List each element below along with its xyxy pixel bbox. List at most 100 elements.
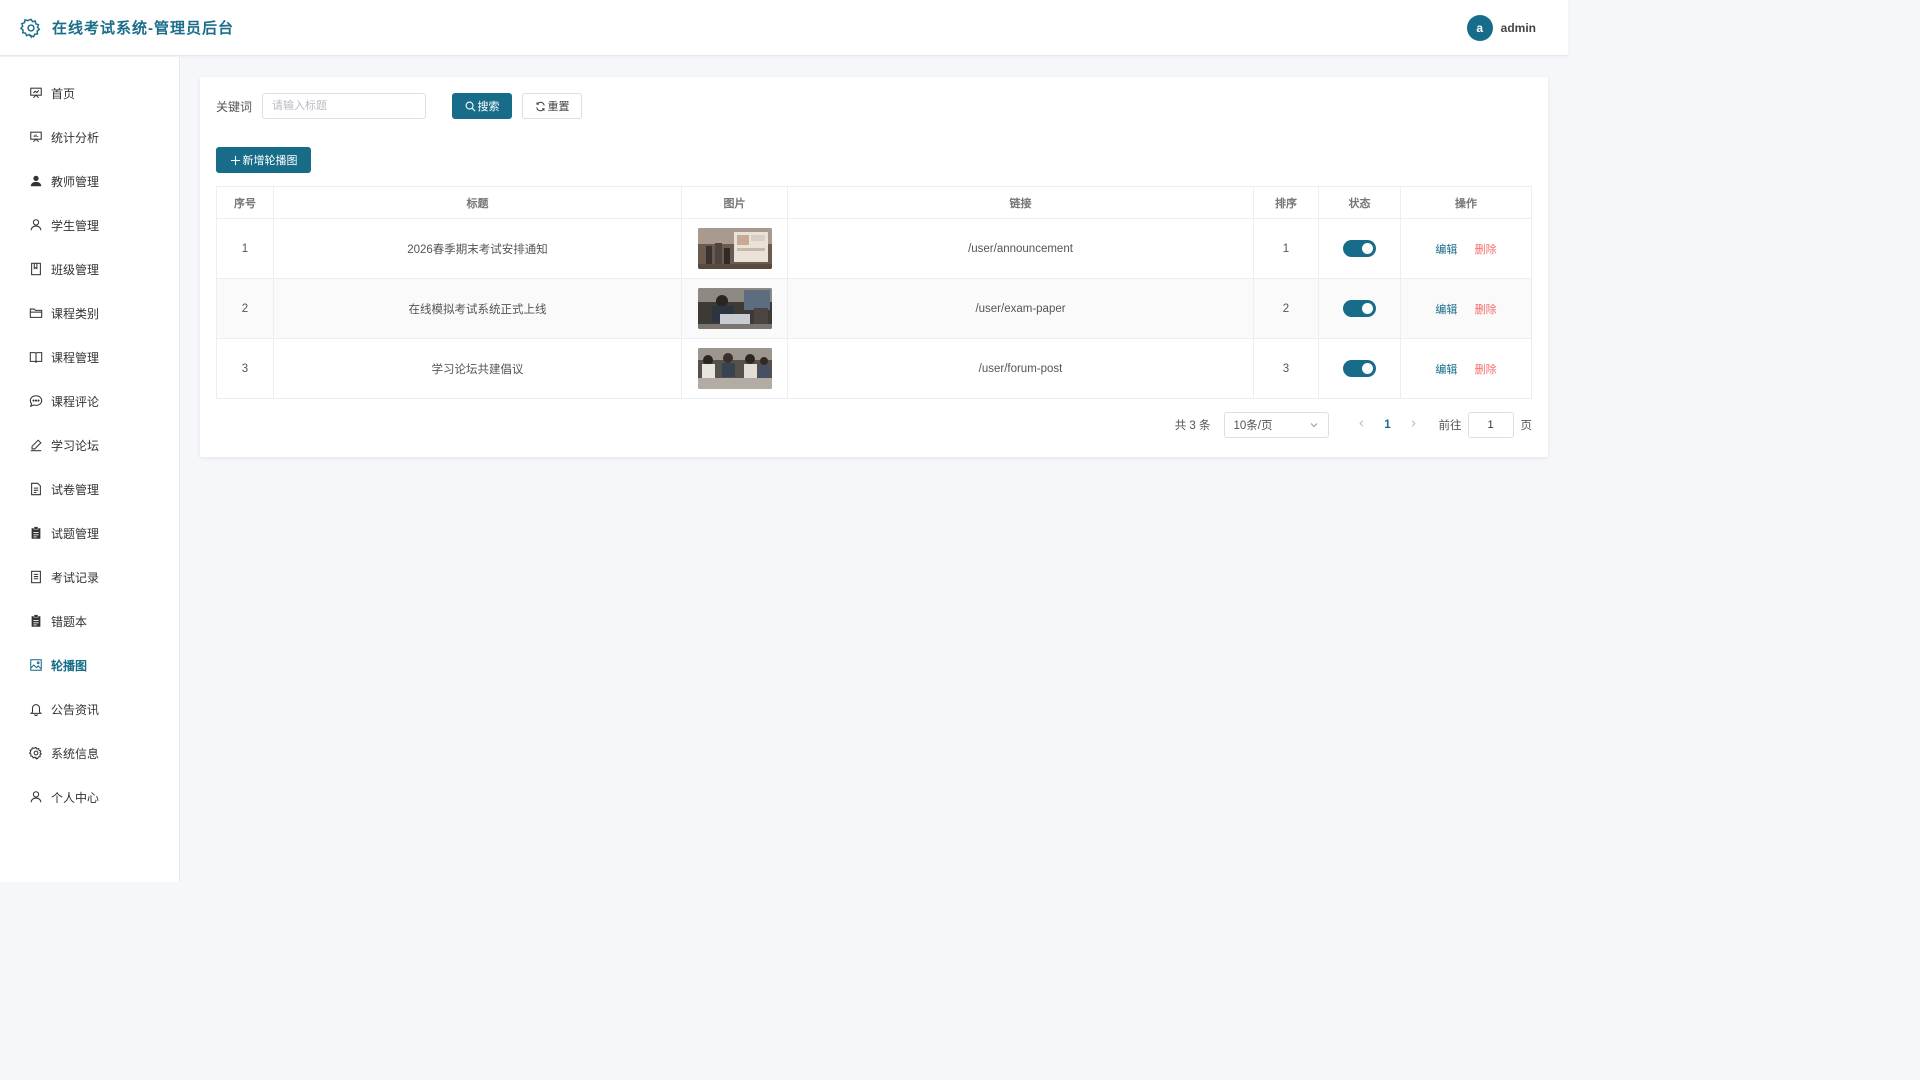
carousel-thumbnail[interactable] (697, 288, 772, 329)
clipboard-icon (31, 526, 41, 539)
delete-link[interactable]: 删除 (1475, 244, 1497, 256)
status-toggle[interactable] (1343, 300, 1376, 317)
status-toggle-knob (1362, 243, 1373, 254)
chevron-down-icon (1310, 423, 1317, 428)
cell-title: 在线模拟考试系统正式上线 (273, 278, 682, 339)
cell-link: /user/announcement (787, 218, 1254, 279)
cell-link: /user/exam-paper (787, 278, 1254, 339)
pagination: 共 3 条 10条/页 1 前往 页 (216, 412, 1532, 438)
sidebar-item-label: 轮播图 (51, 658, 88, 673)
sidebar-item-label: 考试记录 (51, 570, 100, 585)
user-menu[interactable]: a admin (1466, 14, 1536, 41)
chevron-right-icon (1411, 420, 1416, 427)
cell-image (681, 338, 788, 399)
clipboard-icon (31, 614, 41, 627)
user-icon (30, 219, 42, 231)
add-carousel-label: 新增轮播图 (242, 155, 298, 167)
app-title: 在线考试系统-管理员后台 (52, 20, 234, 37)
table-row: 1 2026春季期末考试安排通知 /user/announcement 1 编辑… (216, 218, 1532, 279)
sidebar-item-students[interactable]: 学生管理 (0, 203, 179, 247)
prev-page-button[interactable] (1349, 419, 1375, 431)
edit-link[interactable]: 编辑 (1435, 244, 1457, 256)
edit-link[interactable]: 编辑 (1435, 364, 1457, 376)
cell-actions: 编辑 删除 (1400, 278, 1532, 339)
delete-link[interactable]: 删除 (1475, 364, 1497, 376)
next-page-button[interactable] (1401, 419, 1427, 431)
status-toggle-knob (1362, 303, 1373, 314)
delete-link[interactable]: 删除 (1475, 304, 1497, 316)
column-header: 图片 (681, 186, 788, 219)
sidebar-item-course-categories[interactable]: 课程类别 (0, 291, 179, 335)
sidebar-item-teachers[interactable]: 教师管理 (0, 159, 179, 203)
sidebar-item-course-comments[interactable]: 课程评论 (0, 379, 179, 423)
add-carousel-button[interactable]: 新增轮播图 (216, 147, 311, 173)
edit-pen-icon (30, 439, 42, 452)
cell-link: /user/forum-post (787, 338, 1254, 399)
cell-image (681, 278, 788, 339)
sidebar-item-courses[interactable]: 课程管理 (0, 335, 179, 379)
sidebar-item-questions[interactable]: 试题管理 (0, 511, 179, 555)
cell-index: 3 (216, 338, 274, 399)
book-icon (29, 352, 43, 363)
goto-page-input[interactable] (1467, 412, 1514, 438)
sidebar-item-classes[interactable]: 班级管理 (0, 247, 179, 291)
sidebar-item-carousel[interactable]: 轮播图 (0, 643, 179, 687)
column-header: 标题 (273, 186, 682, 219)
status-toggle[interactable] (1343, 240, 1376, 257)
sidebar-item-statistics[interactable]: 统计分析 (0, 115, 179, 159)
table-header-row: 序号 标题 图片 链接 排序 状态 操作 (216, 186, 1532, 219)
user-icon (30, 791, 42, 803)
cell-index: 1 (216, 218, 274, 279)
column-header: 状态 (1318, 186, 1401, 219)
notebook-icon (31, 262, 41, 276)
sidebar-item-system-info[interactable]: 系统信息 (0, 731, 179, 775)
chart-icon (30, 131, 42, 143)
page-number[interactable]: 1 (1375, 419, 1401, 431)
gear-icon (20, 17, 41, 39)
carousel-table: 序号 标题 图片 链接 排序 状态 操作 1 2026春季期末考试安排通知 /u… (216, 186, 1532, 399)
sidebar-item-exam-records[interactable]: 考试记录 (0, 555, 179, 599)
sidebar-item-forum[interactable]: 学习论坛 (0, 423, 179, 467)
sidebar-item-papers[interactable]: 试卷管理 (0, 467, 179, 511)
search-input[interactable] (262, 93, 427, 119)
main-card: 关键词 搜索 重置 新增轮播图 序号 标题 图片 链接 排序 状态 (200, 77, 1548, 457)
cell-sort: 1 (1253, 218, 1319, 279)
cell-title: 2026春季期末考试安排通知 (273, 218, 682, 279)
search-label: 关键词 (216, 99, 253, 114)
sidebar-item-label: 首页 (51, 86, 76, 101)
sidebar-item-label: 统计分析 (51, 130, 100, 145)
carousel-thumbnail[interactable] (697, 348, 772, 389)
sidebar: 首页 统计分析 教师管理 学生管理 班级管理 课程类别 课程管理 课程评论 学习… (0, 57, 180, 882)
avatar[interactable]: a (1466, 14, 1493, 41)
sidebar-item-label: 试卷管理 (51, 482, 100, 497)
sidebar-item-label: 错题本 (51, 614, 88, 629)
sidebar-item-announcements[interactable]: 公告资讯 (0, 687, 179, 731)
edit-link[interactable]: 编辑 (1435, 304, 1457, 316)
sidebar-item-label: 系统信息 (51, 746, 100, 761)
username[interactable]: admin (1501, 21, 1536, 35)
pagination-total: 共 3 条 (1174, 420, 1211, 432)
sidebar-item-label: 课程评论 (51, 394, 100, 409)
goto-suffix: 页 (1520, 420, 1533, 432)
user-filled-icon (30, 175, 42, 187)
sidebar-item-profile[interactable]: 个人中心 (0, 775, 179, 819)
gear-icon (29, 746, 43, 760)
sidebar-item-mistakes[interactable]: 错题本 (0, 599, 179, 643)
tickets-icon (31, 570, 41, 584)
status-toggle[interactable] (1343, 360, 1376, 377)
dashboard-icon (30, 87, 42, 99)
sidebar-item-label: 教师管理 (51, 174, 100, 189)
page-size-select[interactable]: 10条/页 (1223, 412, 1329, 438)
sidebar-item-label: 班级管理 (51, 262, 100, 277)
sidebar-item-label: 学生管理 (51, 218, 100, 233)
status-toggle-knob (1362, 363, 1373, 374)
sidebar-item-home[interactable]: 首页 (0, 71, 179, 115)
carousel-thumbnail[interactable] (697, 228, 772, 269)
search-button-label: 搜索 (477, 101, 500, 113)
cell-index: 2 (216, 278, 274, 339)
cell-sort: 2 (1253, 278, 1319, 339)
column-header: 操作 (1400, 186, 1532, 219)
search-button[interactable]: 搜索 (452, 93, 513, 119)
cell-actions: 编辑 删除 (1400, 218, 1532, 279)
reset-button[interactable]: 重置 (522, 93, 583, 119)
